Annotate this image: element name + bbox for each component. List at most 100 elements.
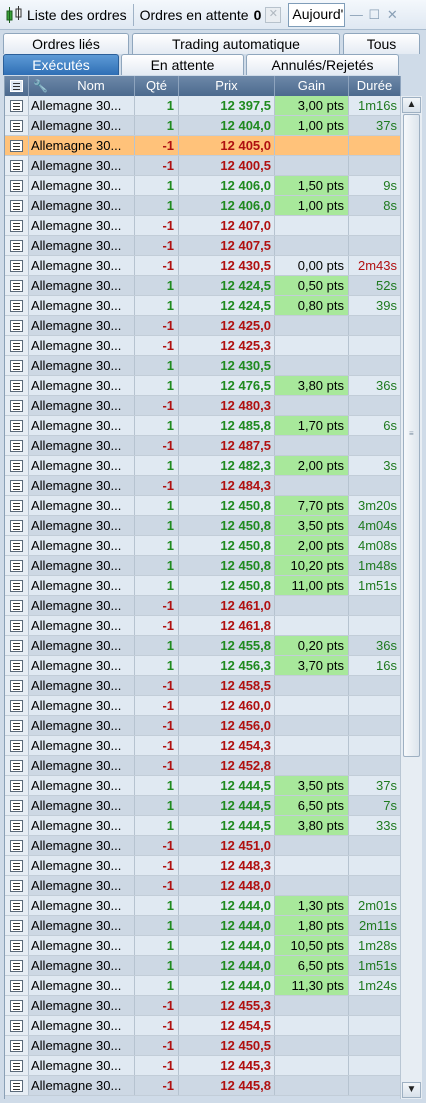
order-detail-icon[interactable]: [5, 276, 29, 295]
column-chooser-icon[interactable]: [5, 76, 29, 96]
order-detail-icon[interactable]: [5, 96, 29, 115]
table-row[interactable]: Allemagne 30... 1 12 450,8 2,00 pts 4m08s: [5, 536, 401, 556]
order-detail-icon[interactable]: [5, 1076, 29, 1095]
order-detail-icon[interactable]: [5, 556, 29, 575]
table-row[interactable]: Allemagne 30... 1 12 406,0 1,00 pts 8s: [5, 196, 401, 216]
table-row[interactable]: Allemagne 30... 1 12 476,5 3,80 pts 36s: [5, 376, 401, 396]
column-header-prix[interactable]: Prix: [179, 76, 275, 96]
table-row[interactable]: Allemagne 30... -1 12 425,3: [5, 336, 401, 356]
order-detail-icon[interactable]: [5, 336, 29, 355]
tab-auto-trading[interactable]: Trading automatique: [132, 33, 340, 54]
table-row[interactable]: Allemagne 30... -1 12 448,3: [5, 856, 401, 876]
order-detail-icon[interactable]: [5, 176, 29, 195]
order-detail-icon[interactable]: [5, 976, 29, 995]
table-row[interactable]: Allemagne 30... -1 12 445,3: [5, 1056, 401, 1076]
table-row[interactable]: Allemagne 30... 1 12 450,8 3,50 pts 4m04s: [5, 516, 401, 536]
order-detail-icon[interactable]: [5, 436, 29, 455]
order-detail-icon[interactable]: [5, 836, 29, 855]
column-header-nom[interactable]: 🔧 Nom: [29, 76, 135, 96]
date-filter-select[interactable]: Aujourd'hui: [288, 2, 346, 27]
table-row[interactable]: Allemagne 30... 1 12 444,0 6,50 pts 1m51s: [5, 956, 401, 976]
pending-orders-button[interactable]: Ordres en attente 0 ✕: [136, 2, 286, 28]
table-row[interactable]: Allemagne 30... 1 12 444,0 1,30 pts 2m01s: [5, 896, 401, 916]
minimize-icon[interactable]: —: [349, 7, 363, 22]
tab-cancelled-rejected[interactable]: Annulés/Rejetés: [246, 54, 399, 75]
table-row[interactable]: Allemagne 30... 1 12 404,0 1,00 pts 37s: [5, 116, 401, 136]
table-row[interactable]: Allemagne 30... 1 12 444,0 1,80 pts 2m11s: [5, 916, 401, 936]
table-row[interactable]: Allemagne 30... -1 12 405,0: [5, 136, 401, 156]
column-header-duree[interactable]: Durée: [349, 76, 401, 96]
order-detail-icon[interactable]: [5, 796, 29, 815]
table-row[interactable]: Allemagne 30... 1 12 406,0 1,50 pts 9s: [5, 176, 401, 196]
clear-icon[interactable]: ✕: [265, 6, 282, 23]
table-row[interactable]: Allemagne 30... -1 12 451,0: [5, 836, 401, 856]
order-detail-icon[interactable]: [5, 316, 29, 335]
scroll-up-icon[interactable]: ▲: [402, 97, 421, 113]
order-detail-icon[interactable]: [5, 536, 29, 555]
order-detail-icon[interactable]: [5, 496, 29, 515]
table-row[interactable]: Allemagne 30... -1 12 456,0: [5, 716, 401, 736]
table-row[interactable]: Allemagne 30... -1 12 461,8: [5, 616, 401, 636]
column-header-gain[interactable]: Gain: [275, 76, 349, 96]
order-detail-icon[interactable]: [5, 136, 29, 155]
order-detail-icon[interactable]: [5, 576, 29, 595]
order-detail-icon[interactable]: [5, 776, 29, 795]
scrollbar-thumb[interactable]: ≡: [403, 114, 420, 757]
order-detail-icon[interactable]: [5, 516, 29, 535]
order-detail-icon[interactable]: [5, 456, 29, 475]
order-detail-icon[interactable]: [5, 1016, 29, 1035]
order-detail-icon[interactable]: [5, 476, 29, 495]
table-row[interactable]: Allemagne 30... -1 12 407,0: [5, 216, 401, 236]
close-icon[interactable]: ✕: [385, 7, 399, 22]
table-row[interactable]: Allemagne 30... -1 12 450,5: [5, 1036, 401, 1056]
order-detail-icon[interactable]: [5, 656, 29, 675]
order-detail-icon[interactable]: [5, 216, 29, 235]
maximize-icon[interactable]: ☐: [367, 7, 381, 22]
order-detail-icon[interactable]: [5, 816, 29, 835]
table-row[interactable]: Allemagne 30... 1 12 397,5 3,00 pts 1m16s: [5, 96, 401, 116]
table-row[interactable]: Allemagne 30... -1 12 430,5 0,00 pts 2m43s: [5, 256, 401, 276]
table-row[interactable]: Allemagne 30... 1 12 444,5 3,50 pts 37s: [5, 776, 401, 796]
order-detail-icon[interactable]: [5, 296, 29, 315]
table-row[interactable]: Allemagne 30... 1 12 424,5 0,50 pts 52s: [5, 276, 401, 296]
table-row[interactable]: Allemagne 30... 1 12 424,5 0,80 pts 39s: [5, 296, 401, 316]
table-row[interactable]: Allemagne 30... 1 12 450,8 10,20 pts 1m48s: [5, 556, 401, 576]
table-row[interactable]: Allemagne 30... -1 12 487,5: [5, 436, 401, 456]
order-detail-icon[interactable]: [5, 676, 29, 695]
table-row[interactable]: Allemagne 30... -1 12 458,5: [5, 676, 401, 696]
orders-list-button[interactable]: Liste des ordres: [0, 2, 131, 28]
table-row[interactable]: Allemagne 30... -1 12 480,3: [5, 396, 401, 416]
order-detail-icon[interactable]: [5, 996, 29, 1015]
order-detail-icon[interactable]: [5, 1036, 29, 1055]
vertical-scrollbar[interactable]: ▲ ≡ ▼: [400, 96, 422, 1099]
table-row[interactable]: Allemagne 30... -1 12 425,0: [5, 316, 401, 336]
tab-all[interactable]: Tous: [343, 33, 420, 54]
order-detail-icon[interactable]: [5, 416, 29, 435]
order-detail-icon[interactable]: [5, 616, 29, 635]
order-detail-icon[interactable]: [5, 696, 29, 715]
table-row[interactable]: Allemagne 30... -1 12 445,8: [5, 1076, 401, 1096]
order-detail-icon[interactable]: [5, 936, 29, 955]
order-detail-icon[interactable]: [5, 876, 29, 895]
order-detail-icon[interactable]: [5, 116, 29, 135]
table-row[interactable]: Allemagne 30... 1 12 444,0 11,30 pts 1m24s: [5, 976, 401, 996]
scroll-down-icon[interactable]: ▼: [402, 1082, 421, 1098]
order-detail-icon[interactable]: [5, 356, 29, 375]
table-row[interactable]: Allemagne 30... -1 12 455,3: [5, 996, 401, 1016]
order-detail-icon[interactable]: [5, 756, 29, 775]
order-detail-icon[interactable]: [5, 156, 29, 175]
order-detail-icon[interactable]: [5, 236, 29, 255]
table-row[interactable]: Allemagne 30... -1 12 400,5: [5, 156, 401, 176]
table-row[interactable]: Allemagne 30... -1 12 454,3: [5, 736, 401, 756]
table-row[interactable]: Allemagne 30... 1 12 482,3 2,00 pts 3s: [5, 456, 401, 476]
order-detail-icon[interactable]: [5, 196, 29, 215]
order-detail-icon[interactable]: [5, 596, 29, 615]
table-row[interactable]: Allemagne 30... 1 12 450,8 7,70 pts 3m20s: [5, 496, 401, 516]
table-row[interactable]: Allemagne 30... -1 12 448,0: [5, 876, 401, 896]
order-detail-icon[interactable]: [5, 1056, 29, 1075]
order-detail-icon[interactable]: [5, 896, 29, 915]
order-detail-icon[interactable]: [5, 856, 29, 875]
table-row[interactable]: Allemagne 30... -1 12 484,3: [5, 476, 401, 496]
order-detail-icon[interactable]: [5, 636, 29, 655]
table-row[interactable]: Allemagne 30... 1 12 430,5: [5, 356, 401, 376]
